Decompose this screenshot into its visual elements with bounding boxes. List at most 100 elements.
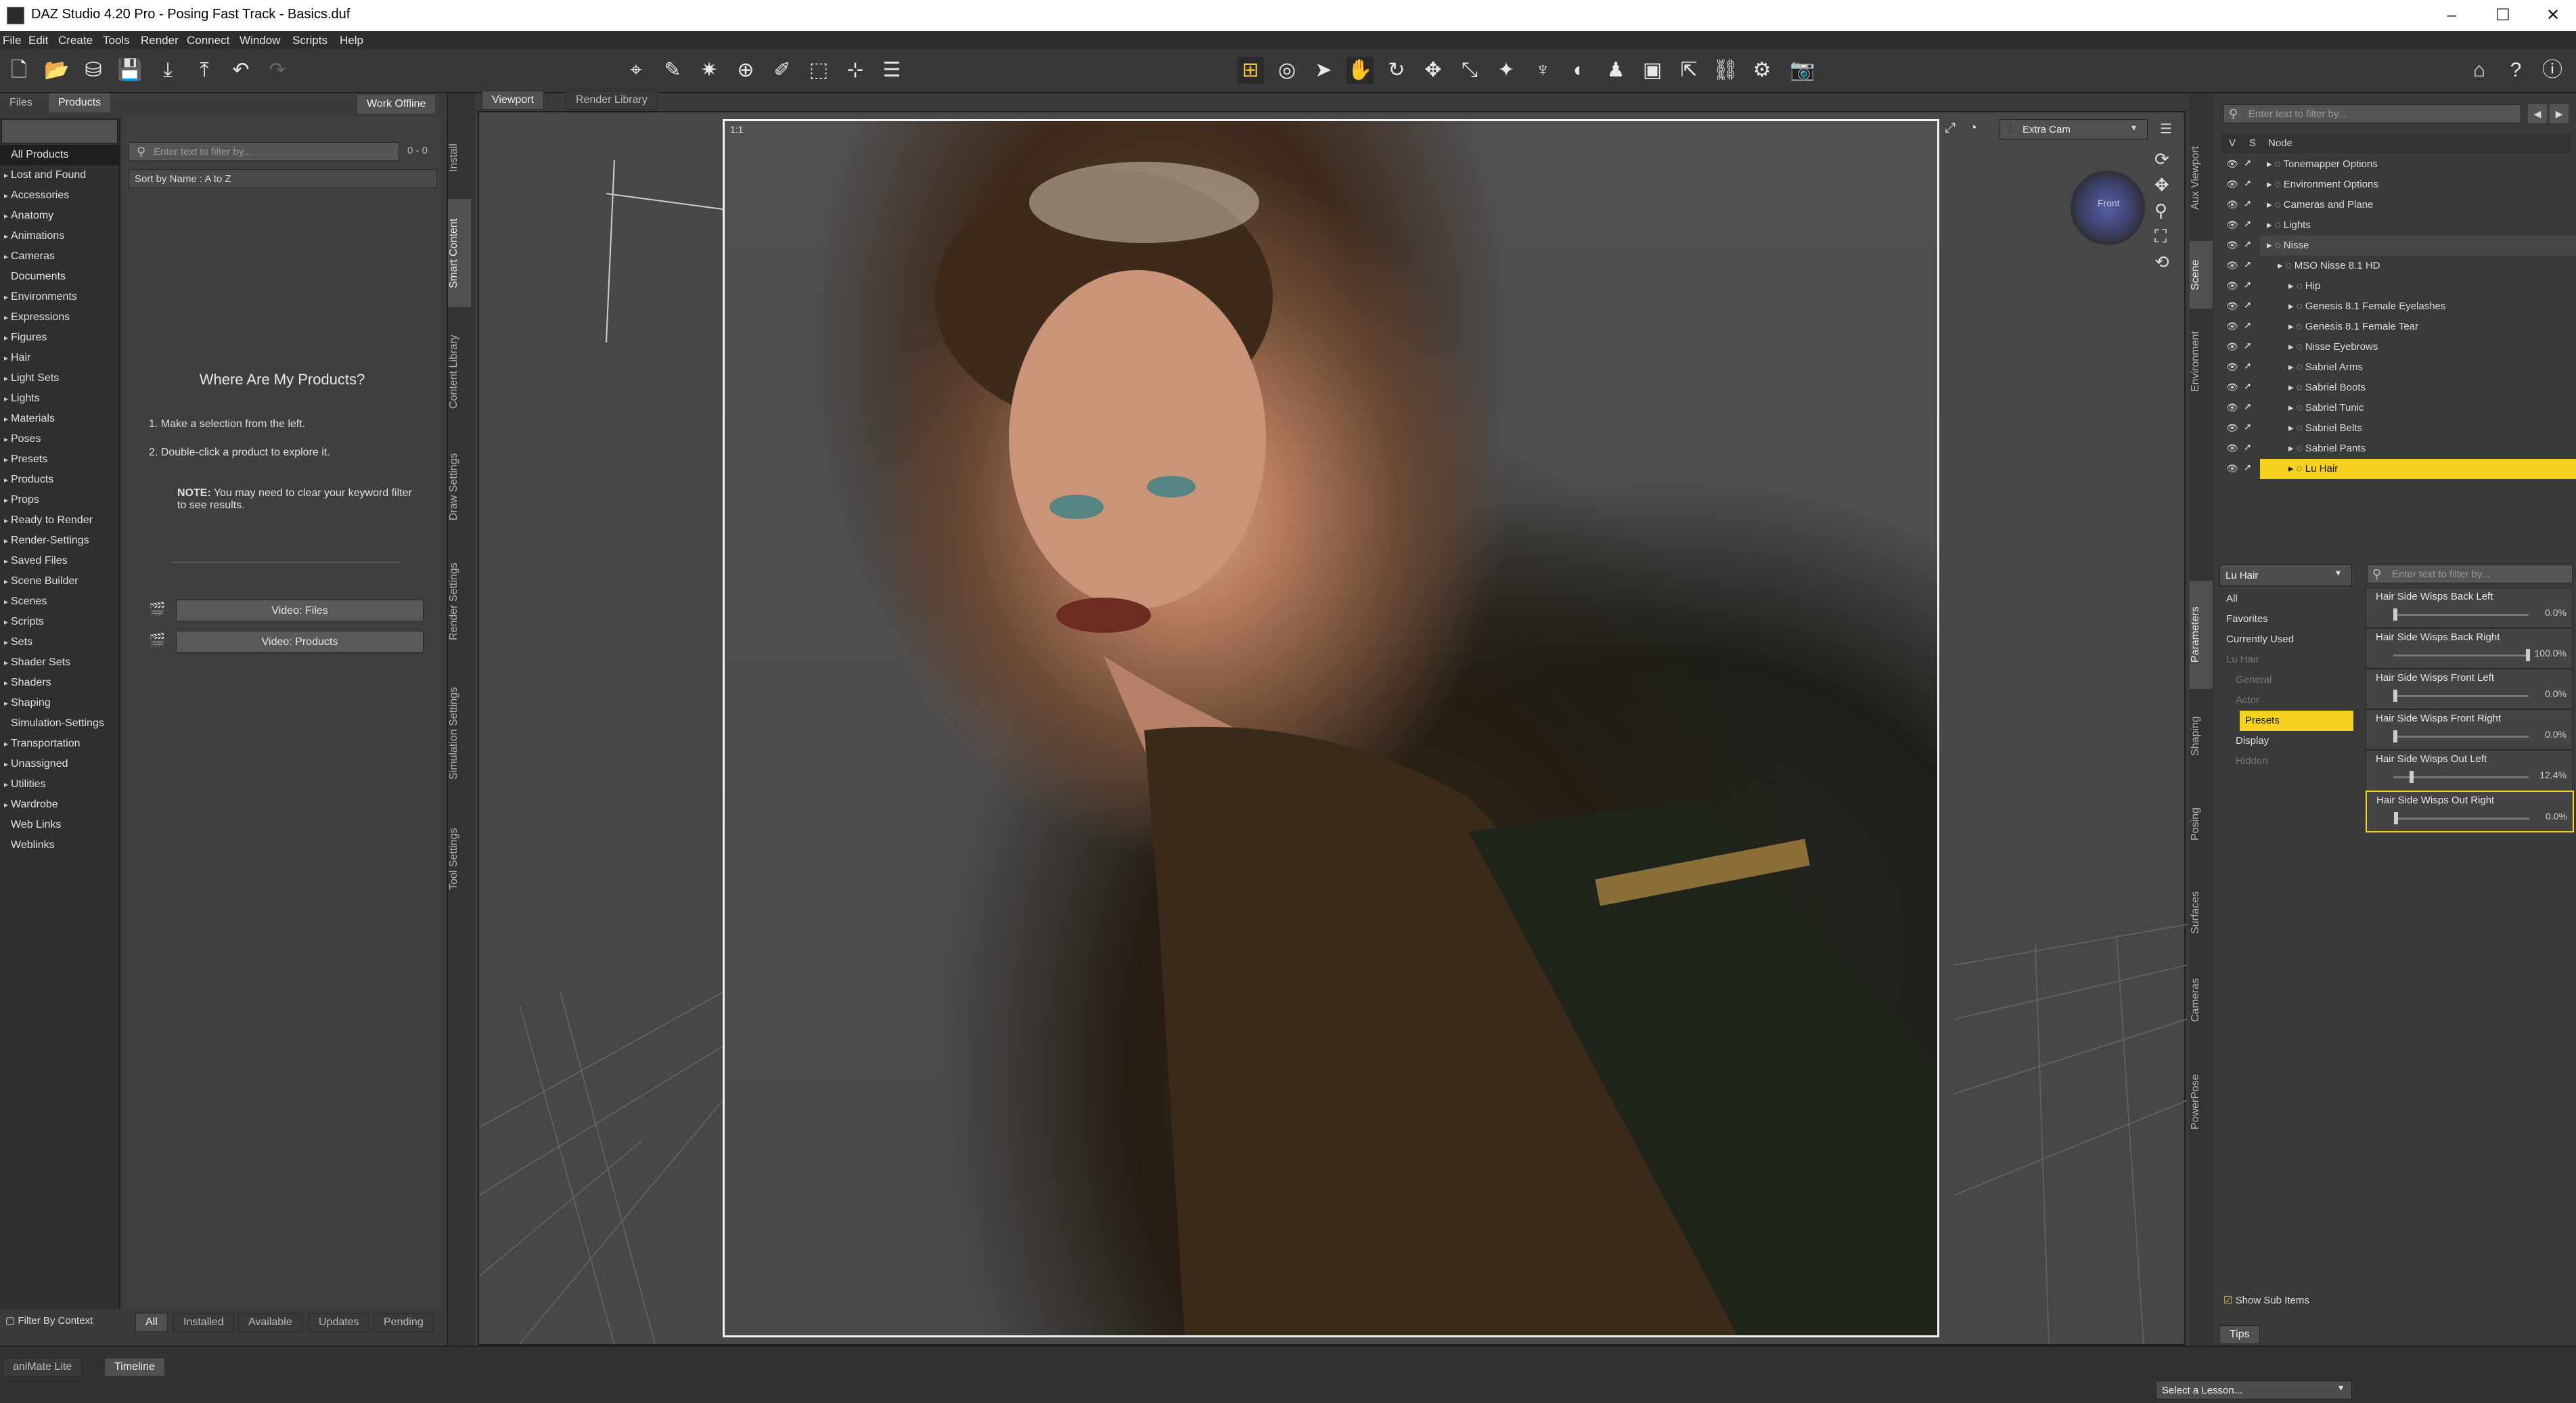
- joint-tool-icon[interactable]: ✎: [659, 57, 686, 84]
- region-icon[interactable]: ▣: [1639, 57, 1666, 84]
- expand-arrow-icon[interactable]: ▸: [2267, 179, 2275, 190]
- selectable-pointer-icon[interactable]: ➚: [2244, 340, 2252, 351]
- parameter-group-item[interactable]: All: [2221, 589, 2353, 609]
- selectable-pointer-icon[interactable]: ➚: [2244, 380, 2252, 392]
- view-cube[interactable]: Front: [2071, 171, 2145, 245]
- slider-handle[interactable]: [2393, 608, 2397, 621]
- expand-arrow-icon[interactable]: ▸: [2278, 260, 2286, 271]
- menu-help[interactable]: Help: [340, 34, 363, 47]
- visibility-eye-icon[interactable]: 👁: [2226, 463, 2238, 474]
- menu-file[interactable]: File: [3, 34, 21, 47]
- reset-view-icon[interactable]: ⟲: [2154, 252, 2169, 273]
- surface-select-icon[interactable]: ◐: [1566, 57, 1593, 84]
- expand-arrow-icon[interactable]: ▸: [4, 226, 11, 246]
- category-item[interactable]: ▸ Scenes: [0, 592, 119, 612]
- orbit-icon[interactable]: ⟳: [2154, 149, 2169, 170]
- category-item[interactable]: ▸ Shader Sets: [0, 652, 119, 673]
- brush-tool-icon[interactable]: ✐: [769, 57, 796, 84]
- export-icon[interactable]: ⤒: [191, 57, 218, 84]
- slider-track[interactable]: [2393, 608, 2529, 621]
- slider-handle[interactable]: [2394, 812, 2398, 824]
- expand-arrow-icon[interactable]: ▸: [2267, 219, 2275, 231]
- category-item[interactable]: ▸ Environments: [0, 287, 119, 307]
- expand-arrow-icon[interactable]: ▸: [2288, 443, 2297, 454]
- visibility-eye-icon[interactable]: 👁: [2226, 179, 2238, 190]
- previous-match-button[interactable]: ◀: [2528, 104, 2547, 123]
- expand-arrow-icon[interactable]: ▸: [4, 551, 11, 571]
- show-sub-items-checkbox[interactable]: ☑ Show Sub Items: [2223, 1294, 2309, 1306]
- parameter-group-item[interactable]: Lu Hair: [2221, 650, 2353, 670]
- tab-viewport[interactable]: Viewport: [482, 91, 544, 110]
- menu-tools[interactable]: Tools: [103, 34, 130, 47]
- parameter-value[interactable]: 100.0%: [2535, 648, 2567, 659]
- parameter-slider[interactable]: Hair Side Wisps Front Left 0.0%: [2366, 669, 2573, 709]
- tab-surfaces[interactable]: Surfaces: [2190, 872, 2213, 953]
- tab-files[interactable]: Files: [0, 93, 42, 112]
- parameter-value[interactable]: 0.0%: [2545, 607, 2567, 618]
- scene-node-row[interactable]: ▸ ◌ Nisse Eyebrows: [2260, 337, 2576, 357]
- expand-arrow-icon[interactable]: ▸: [4, 246, 11, 267]
- scene-node-row[interactable]: ▸ ◌ Sabriel Pants: [2260, 439, 2576, 459]
- expand-arrow-icon[interactable]: ▸: [4, 673, 11, 693]
- category-filter-select[interactable]: [1, 119, 118, 143]
- category-item[interactable]: ▸ Props: [0, 490, 119, 510]
- node-select-icon[interactable]: ◎: [1273, 57, 1301, 84]
- menu-lines-icon[interactable]: ☰: [878, 57, 905, 84]
- zoom-icon[interactable]: ⚲: [2154, 200, 2167, 221]
- category-item[interactable]: Weblinks: [0, 835, 119, 855]
- selectable-pointer-icon[interactable]: ➚: [2244, 421, 2252, 432]
- product-filter-input[interactable]: Enter text to filter by...: [129, 142, 399, 161]
- expand-arrow-icon[interactable]: ▸: [4, 774, 11, 795]
- expand-arrow-icon[interactable]: ▸: [4, 632, 11, 652]
- category-item[interactable]: ▸ Scene Builder: [0, 571, 119, 592]
- category-item[interactable]: ▸ Cameras: [0, 246, 119, 267]
- tab-animate-lite[interactable]: aniMate Lite: [3, 1358, 83, 1377]
- maximize-button[interactable]: ☐: [2491, 4, 2514, 27]
- visibility-eye-icon[interactable]: 👁: [2226, 219, 2238, 231]
- new-file-icon[interactable]: 🗋: [5, 57, 32, 84]
- expand-arrow-icon[interactable]: ▸: [4, 449, 11, 470]
- menu-connect[interactable]: Connect: [187, 34, 229, 47]
- visibility-eye-icon[interactable]: 👁: [2226, 240, 2238, 251]
- help-icon[interactable]: ⓘ: [2539, 57, 2566, 84]
- category-item[interactable]: ▸ Utilities: [0, 774, 119, 795]
- tab-shaping[interactable]: Shaping: [2190, 696, 2213, 777]
- tab-tool-settings[interactable]: Tool Settings: [448, 808, 471, 910]
- category-item[interactable]: ▸ Sets: [0, 632, 119, 652]
- camera-select[interactable]: Extra Cam: [1999, 119, 2148, 139]
- parameter-group-item[interactable]: Actor: [2230, 690, 2353, 711]
- parameter-group-item[interactable]: Currently Used: [2221, 629, 2353, 650]
- slider-track[interactable]: [2394, 812, 2529, 824]
- expand-arrow-icon[interactable]: ▸: [4, 592, 11, 612]
- category-item[interactable]: ▸ Saved Files: [0, 551, 119, 571]
- tab-smart-content[interactable]: Smart Content: [448, 199, 471, 307]
- video-files-button[interactable]: Video: Files: [176, 600, 424, 621]
- home-icon[interactable]: ⌂: [2466, 57, 2493, 84]
- expand-arrow-icon[interactable]: ▸: [4, 490, 11, 510]
- cursor-icon[interactable]: ⇱: [1675, 57, 1702, 84]
- selectable-pointer-icon[interactable]: ➚: [2244, 279, 2252, 290]
- expand-arrow-icon[interactable]: ▸: [2288, 382, 2297, 393]
- expand-arrow-icon[interactable]: ▸: [4, 652, 11, 673]
- frame-icon[interactable]: ⛶: [2154, 226, 2167, 248]
- visibility-eye-icon[interactable]: 👁: [2226, 341, 2238, 353]
- visibility-eye-icon[interactable]: 👁: [2226, 402, 2238, 414]
- expand-arrow-icon[interactable]: ▸: [4, 795, 11, 815]
- slider-track[interactable]: [2393, 690, 2529, 702]
- visibility-eye-icon[interactable]: 👁: [2226, 443, 2238, 454]
- expand-arrow-icon[interactable]: ▸: [2288, 463, 2297, 474]
- parameter-value[interactable]: 0.0%: [2545, 688, 2567, 699]
- universal-tool-icon[interactable]: ⊞: [1237, 57, 1264, 84]
- parameter-group-item[interactable]: Hidden: [2230, 751, 2353, 772]
- scene-node-row[interactable]: ▸ ◌ MSO Nisse 8.1 HD: [2260, 256, 2576, 276]
- render-settings-icon[interactable]: ⚙: [1748, 57, 1776, 84]
- visibility-eye-icon[interactable]: 👁: [2226, 321, 2238, 332]
- link-icon[interactable]: ⛓: [1712, 57, 1739, 84]
- category-item[interactable]: ▸ Anatomy: [0, 206, 119, 226]
- minimize-button[interactable]: –: [2440, 4, 2463, 27]
- selectable-pointer-icon[interactable]: ➚: [2244, 198, 2252, 209]
- expand-arrow-icon[interactable]: ▸: [4, 531, 11, 551]
- scale-icon[interactable]: ⤡: [1456, 57, 1483, 84]
- expand-arrow-icon[interactable]: ▸: [4, 612, 11, 632]
- parameter-filter-input[interactable]: Enter text to filter by...: [2367, 564, 2573, 583]
